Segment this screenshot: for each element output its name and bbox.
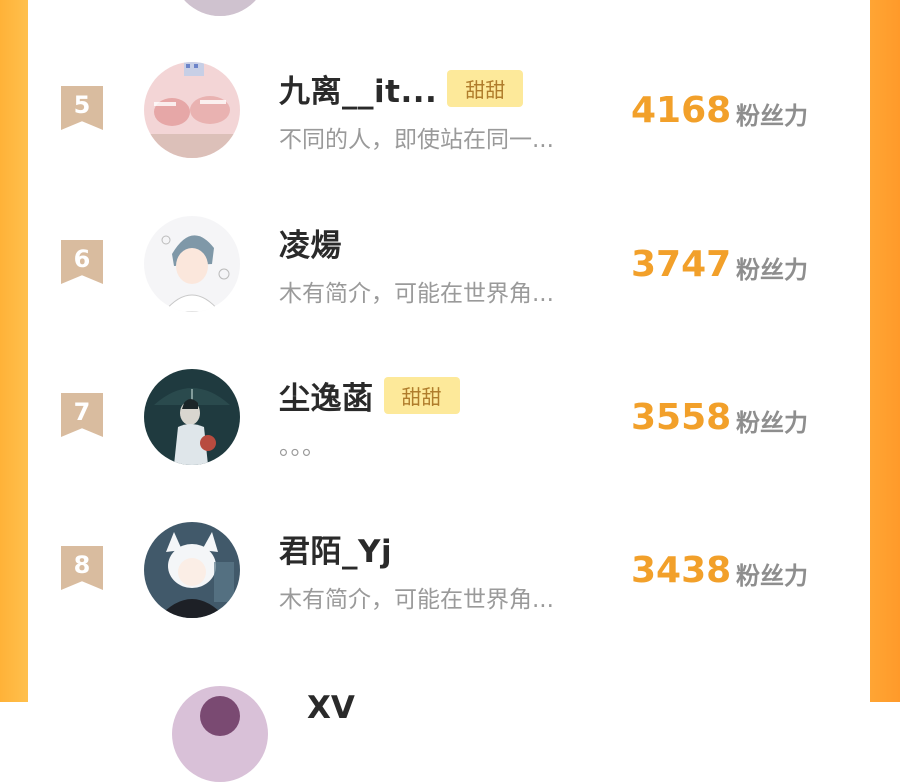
user-bio: 。。。 — [279, 434, 325, 460]
user-bio: 不同的人，即使站在同一... — [279, 127, 554, 153]
fan-score: 3438 — [631, 550, 732, 591]
avatar-partial-bottom[interactable] — [172, 686, 268, 782]
fan-score: 3558 — [631, 397, 732, 438]
user-name[interactable]: 凌煬 — [279, 220, 342, 265]
fan-score-unit: 粉丝力 — [736, 102, 808, 130]
right-orange-border — [870, 0, 900, 702]
rank-badge: 8 — [61, 546, 103, 590]
user-tag: 甜甜 — [383, 376, 460, 414]
user-name-line: 尘逸菡 甜甜 — [279, 373, 460, 418]
user-name[interactable]: 尘逸菡 — [279, 373, 374, 418]
user-bio: 木有简介，可能在世界角... — [279, 281, 554, 307]
user-bio: 木有简介，可能在世界角... — [279, 587, 554, 613]
user-name[interactable]: 君陌_Yj — [279, 526, 392, 571]
ranking-list-panel: 5 九离__it... 甜甜 不同的人，即使站在同一... 4168 粉丝力 6 — [28, 0, 870, 782]
rank-badge: 5 — [61, 86, 103, 130]
fan-score-unit: 粉丝力 — [736, 256, 808, 284]
umbrella-boy-avatar[interactable] — [144, 369, 240, 465]
user-name-line: 凌煬 — [279, 220, 342, 265]
list-item[interactable]: 7 尘逸菡 甜甜 。。。 3558 粉丝力 — [28, 345, 870, 499]
user-name-line: 君陌_Yj — [279, 526, 392, 571]
fan-score-unit: 粉丝力 — [736, 562, 808, 590]
list-item[interactable]: 8 君陌_Yj 木有简介，可能在世界角... 3438 粉丝力 — [28, 498, 870, 652]
fan-score-unit: 粉丝力 — [736, 409, 808, 437]
white-cat-boy-avatar[interactable] — [144, 522, 240, 618]
list-item[interactable]: 5 九离__it... 甜甜 不同的人，即使站在同一... 4168 粉丝力 — [28, 38, 870, 192]
anime-boy-avatar[interactable] — [144, 216, 240, 312]
rank-badge: 6 — [61, 240, 103, 284]
list-item[interactable]: 6 凌煬 木有简介，可能在世界角... 3747 粉丝力 — [28, 192, 870, 346]
user-tag: 甜甜 — [447, 69, 524, 107]
rank-badge: 7 — [61, 393, 103, 437]
user-name[interactable]: 九离__it... — [279, 66, 437, 111]
hands-photo-avatar[interactable] — [144, 62, 240, 158]
user-name-line: 九离__it... 甜甜 — [279, 66, 524, 111]
fan-score: 3747 — [631, 244, 732, 285]
avatar-partial-top[interactable] — [172, 0, 268, 16]
left-orange-border — [0, 0, 28, 702]
fan-score: 4168 — [631, 90, 732, 131]
user-name-partial[interactable]: XV — [307, 690, 355, 726]
